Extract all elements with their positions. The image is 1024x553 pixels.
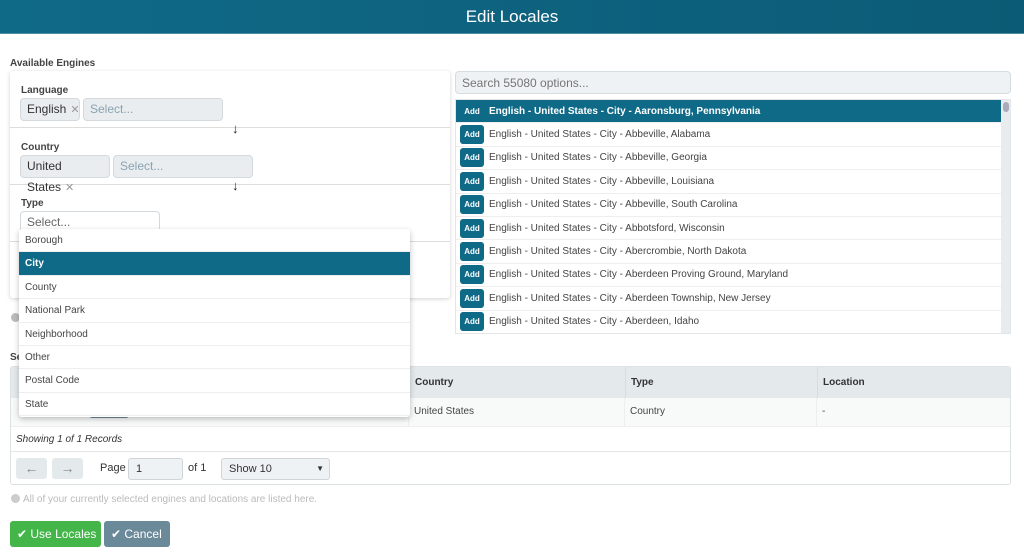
use-locales-label: Use Locales bbox=[30, 527, 97, 541]
modal-title: Edit Locales bbox=[0, 0, 1024, 34]
option-row[interactable]: Add English - United States - City - Abbo… bbox=[456, 217, 1002, 241]
add-button[interactable]: Add bbox=[460, 265, 484, 285]
column-header-type[interactable]: Type bbox=[625, 367, 817, 398]
add-button[interactable]: Add bbox=[460, 288, 484, 308]
option-label: English - United States - City - Aberdee… bbox=[489, 269, 789, 281]
option-label: English - United States - City - Aberdee… bbox=[489, 292, 771, 304]
country-select[interactable]: Select... bbox=[113, 155, 253, 178]
cell-location: - bbox=[817, 398, 1010, 426]
country-tag[interactable]: United States ✕ bbox=[20, 155, 110, 194]
country-label: Country bbox=[21, 142, 60, 153]
language-tag[interactable]: English ✕ bbox=[20, 98, 80, 121]
add-button[interactable]: Add bbox=[460, 195, 484, 215]
next-page-button[interactable]: → bbox=[52, 458, 83, 479]
column-header-country[interactable]: Country bbox=[409, 367, 625, 398]
page-input[interactable]: 1 bbox=[128, 458, 183, 480]
scrollbar[interactable] bbox=[1001, 100, 1010, 333]
options-list: Add English - United States - City - Aaro… bbox=[455, 99, 1011, 334]
option-row[interactable]: Add English - United States - City - Abbe… bbox=[456, 170, 1002, 194]
type-option[interactable]: Borough bbox=[19, 229, 410, 253]
caret-down-icon: ▼ bbox=[316, 464, 324, 473]
option-label: English - United States - City - Abercro… bbox=[489, 246, 747, 258]
info-icon bbox=[11, 494, 20, 503]
type-option[interactable]: Other bbox=[19, 346, 410, 370]
type-option-selected[interactable]: City bbox=[19, 252, 410, 276]
cancel-button[interactable]: ✔ Cancel bbox=[104, 521, 170, 547]
option-label: English - United States - City - Abbevil… bbox=[489, 129, 711, 141]
column-header-location[interactable]: Location bbox=[817, 367, 1010, 398]
type-option[interactable]: Postal Code bbox=[19, 369, 410, 393]
language-tag-text: English bbox=[27, 102, 67, 116]
available-engines-heading: Available Engines bbox=[10, 58, 96, 69]
cancel-label: Cancel bbox=[124, 527, 162, 541]
check-icon: ✔ bbox=[17, 527, 31, 541]
language-select[interactable]: Select... bbox=[83, 98, 223, 121]
add-button[interactable]: Add bbox=[460, 125, 484, 145]
page-size-value: Show 10 bbox=[229, 463, 272, 475]
option-label: English - United States - City - Abbotsf… bbox=[489, 222, 725, 234]
add-button[interactable]: Add bbox=[460, 101, 484, 121]
option-label: English - United States - City - Abbevil… bbox=[489, 175, 715, 187]
page-label: Page bbox=[100, 462, 126, 474]
country-section: Country United States ✕ Select... bbox=[10, 128, 450, 194]
type-label: Type bbox=[21, 198, 44, 209]
add-button[interactable]: Add bbox=[460, 242, 484, 262]
add-button[interactable]: Add bbox=[460, 171, 484, 191]
add-button[interactable]: Add bbox=[460, 312, 484, 332]
check-icon: ✔ bbox=[111, 527, 125, 541]
remove-icon[interactable]: ✕ bbox=[70, 104, 79, 116]
page-total: of 1 bbox=[188, 462, 207, 474]
option-row[interactable]: Add English - United States - City - Aber… bbox=[456, 311, 1002, 333]
option-row[interactable]: Add English - United States - City - Abbe… bbox=[456, 147, 1002, 171]
option-row[interactable]: Add English - United States - City - Aber… bbox=[456, 287, 1002, 311]
info-text: All of your currently selected engines a… bbox=[23, 494, 318, 505]
option-label: English - United States - City - Aaronsb… bbox=[489, 105, 761, 117]
option-label: English - United States - City - Abbevil… bbox=[489, 152, 707, 164]
option-label: English - United States - City - Abbevil… bbox=[489, 199, 738, 211]
records-count: Showing 1 of 1 Records bbox=[11, 426, 1010, 452]
type-option[interactable]: National Park bbox=[19, 299, 410, 323]
use-locales-button[interactable]: ✔ Use Locales bbox=[10, 521, 101, 547]
type-option[interactable]: State bbox=[19, 393, 410, 417]
page-size-select[interactable]: Show 10 ▼ bbox=[221, 458, 330, 480]
option-row[interactable]: Add English - United States - City - Abbe… bbox=[456, 123, 1002, 147]
type-option[interactable]: County bbox=[19, 276, 410, 300]
add-button[interactable]: Add bbox=[460, 218, 484, 238]
option-row[interactable]: Add English - United States - City - Aber… bbox=[456, 264, 1002, 288]
type-dropdown: Borough City County National Park Neighb… bbox=[19, 229, 410, 417]
language-section: Language English ✕ Select... bbox=[10, 71, 450, 128]
info-note: All of your currently selected engines a… bbox=[11, 494, 317, 505]
option-row[interactable]: Add English - United States - City - Abbe… bbox=[456, 194, 1002, 217]
language-label: Language bbox=[21, 85, 69, 96]
prev-page-button[interactable]: ← bbox=[16, 458, 47, 479]
cell-country: United States bbox=[409, 398, 625, 426]
type-option[interactable]: Neighborhood bbox=[19, 323, 410, 346]
options-search-input[interactable] bbox=[455, 71, 1011, 94]
add-button[interactable]: Add bbox=[460, 148, 484, 168]
option-label: English - United States - City - Aberdee… bbox=[489, 316, 700, 328]
option-row[interactable]: Add English - United States - City - Aaro… bbox=[456, 100, 1002, 124]
cell-type: Country bbox=[625, 398, 817, 426]
option-row[interactable]: Add English - United States - City - Aber… bbox=[456, 240, 1002, 264]
